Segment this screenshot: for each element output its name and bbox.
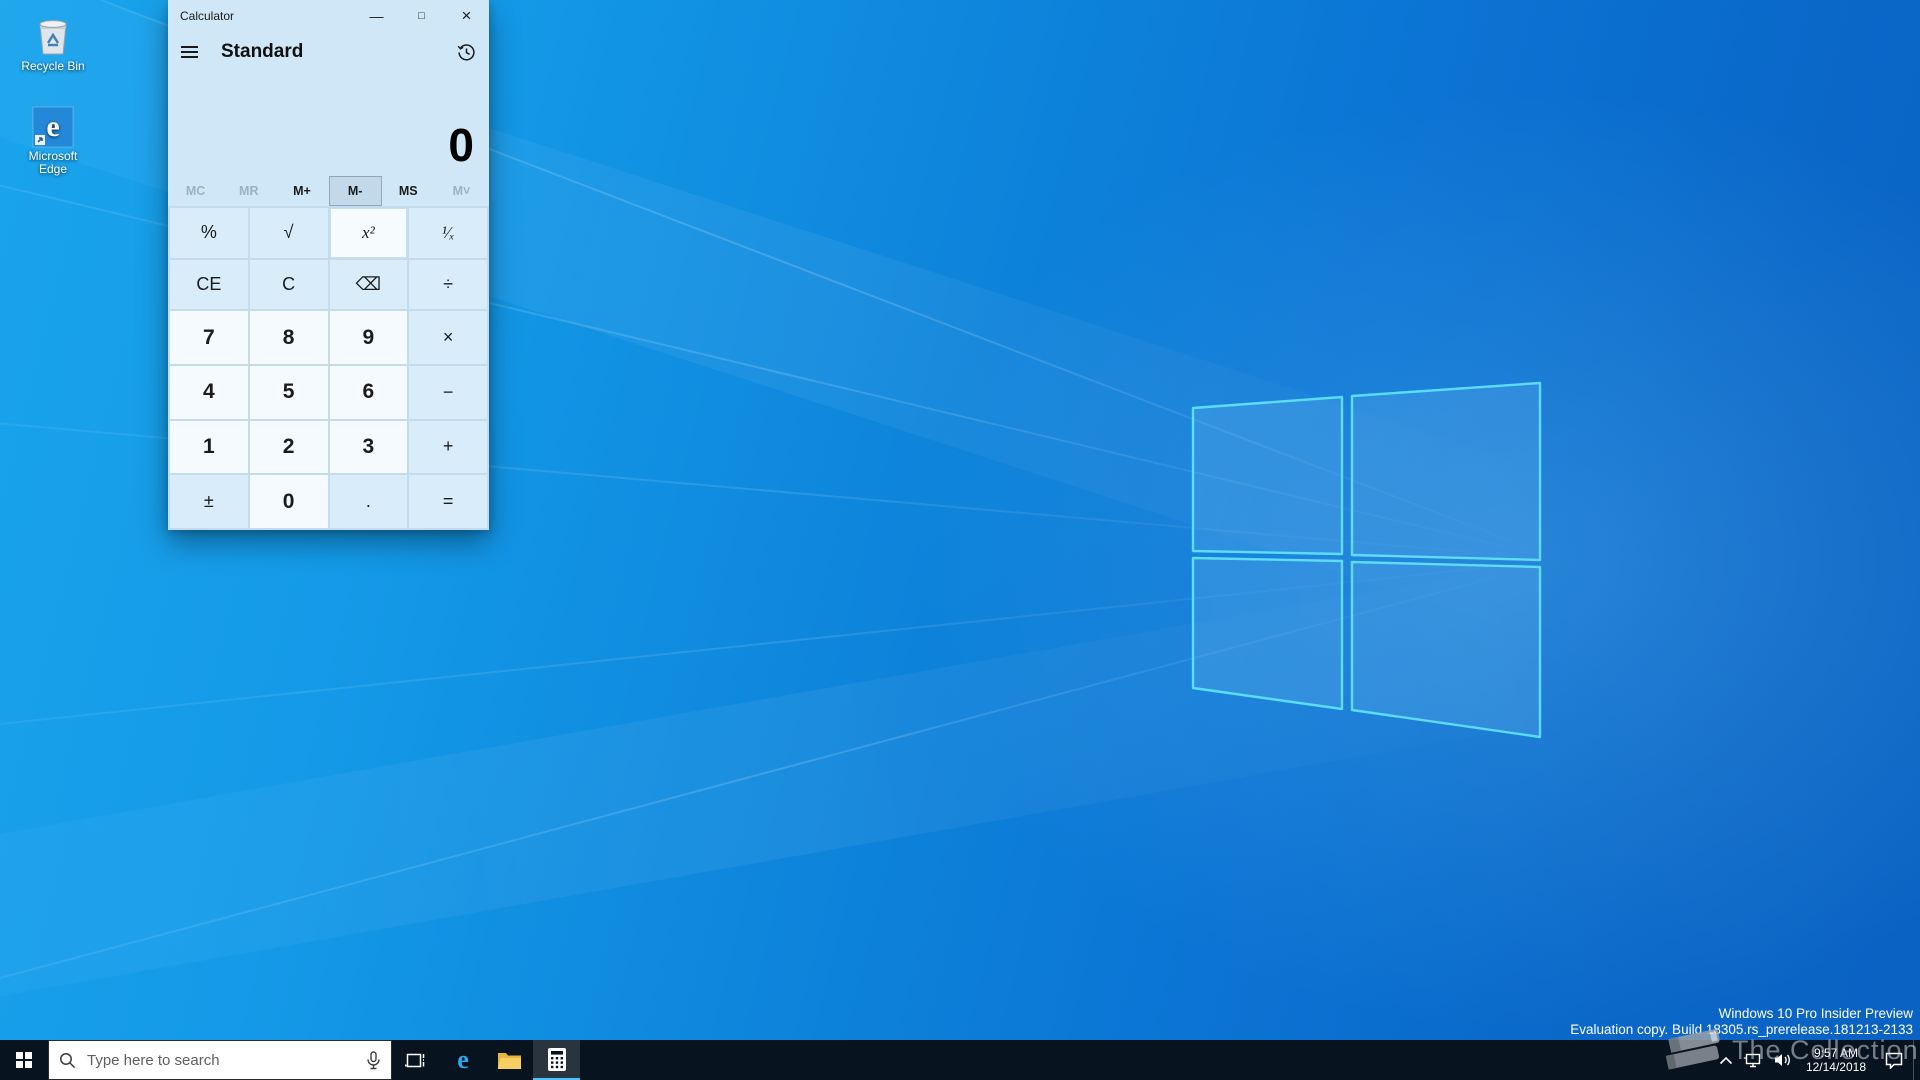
- calculator-window: Calculator — □ × Standard 0 MC MR M+ M- MS M˅: [168, 0, 489, 530]
- history-icon[interactable]: [457, 43, 476, 62]
- menu-hamburger-icon[interactable]: [181, 46, 198, 58]
- edge-taskbar-icon: e: [457, 1047, 469, 1073]
- desktop-icon-microsoft-edge[interactable]: e Microsoft Edge: [5, 106, 101, 176]
- key-square[interactable]: x²: [329, 208, 408, 258]
- taskbar: e: [0, 1040, 1920, 1080]
- calculator-titlebar[interactable]: Calculator — □ ×: [168, 0, 489, 32]
- memory-flyout-button[interactable]: M˅: [435, 176, 488, 206]
- volume-tray-button[interactable]: [1768, 1040, 1797, 1080]
- calculator-mode-label: Standard: [221, 41, 304, 62]
- task-view-icon: [405, 1053, 425, 1067]
- edge-icon: e: [5, 106, 101, 148]
- clock-time: 9:57 AM: [1813, 1046, 1858, 1060]
- desktop-icon-label: Microsoft Edge: [28, 149, 78, 176]
- close-button[interactable]: ×: [444, 0, 489, 32]
- recycle-bin-icon: [5, 12, 101, 58]
- watermark-line1: Windows 10 Pro Insider Preview: [1718, 1006, 1913, 1021]
- search-input[interactable]: [85, 1050, 366, 1070]
- taskbar-search[interactable]: [48, 1040, 392, 1080]
- key-equals[interactable]: =: [409, 475, 487, 528]
- taskbar-empty-area: [580, 1040, 1714, 1080]
- calculator-nav: Standard: [168, 32, 489, 72]
- key-reciprocal[interactable]: ¹⁄ₓ: [409, 208, 487, 258]
- speaker-icon: [1774, 1054, 1790, 1066]
- chevron-up-icon: [1719, 1056, 1733, 1064]
- start-button[interactable]: [0, 1040, 48, 1080]
- key-percent[interactable]: %: [170, 208, 248, 258]
- key-3[interactable]: 3: [329, 420, 408, 474]
- file-explorer-button[interactable]: [486, 1040, 533, 1080]
- windows-logo: [1191, 381, 1542, 739]
- clock-date: 12/14/2018: [1805, 1060, 1866, 1074]
- network-tray-button[interactable]: [1738, 1040, 1768, 1080]
- minimize-button[interactable]: —: [354, 0, 399, 32]
- key-5[interactable]: 5: [249, 365, 328, 419]
- key-square-root[interactable]: √: [249, 208, 328, 258]
- key-1[interactable]: 1: [170, 420, 248, 474]
- key-clear-entry[interactable]: CE: [170, 259, 248, 310]
- evaluation-watermark: Windows 10 Pro Insider Preview Evaluatio…: [1570, 1006, 1913, 1038]
- desktop-icon-label: Recycle Bin: [21, 59, 85, 73]
- action-center-icon: [1885, 1052, 1903, 1069]
- memory-store-button[interactable]: MS: [382, 176, 435, 206]
- key-backspace[interactable]: ⌫: [329, 259, 408, 310]
- search-icon: [60, 1052, 76, 1068]
- windows-desktop: Recycle Bin e Microsoft Edge Windows 10 …: [0, 0, 1920, 1080]
- show-desktop-button[interactable]: [1913, 1040, 1920, 1080]
- key-9[interactable]: 9: [329, 311, 408, 364]
- memory-subtract-button[interactable]: M-: [328, 176, 382, 206]
- file-explorer-icon: [498, 1052, 521, 1069]
- network-ethernet-icon: [1743, 1053, 1761, 1067]
- desktop-icon-recycle-bin[interactable]: Recycle Bin: [5, 12, 101, 73]
- key-add[interactable]: +: [409, 420, 487, 474]
- task-view-button[interactable]: [392, 1040, 439, 1080]
- caption-buttons: — □ ×: [354, 0, 489, 32]
- key-multiply[interactable]: ×: [409, 311, 487, 364]
- windows-start-icon: [16, 1052, 32, 1068]
- memory-button-row: MC MR M+ M- MS M˅: [169, 176, 488, 206]
- svg-text:e: e: [457, 1047, 469, 1073]
- key-0[interactable]: 0: [249, 475, 328, 528]
- key-divide[interactable]: ÷: [409, 259, 487, 310]
- svg-text:e: e: [46, 110, 59, 143]
- memory-clear-button[interactable]: MC: [169, 176, 222, 206]
- key-plus-minus[interactable]: ±: [170, 475, 248, 528]
- key-4[interactable]: 4: [170, 365, 248, 419]
- calculator-taskbar-icon: [547, 1047, 566, 1071]
- action-center-button[interactable]: [1875, 1040, 1913, 1080]
- key-8[interactable]: 8: [249, 311, 328, 364]
- calculator-keypad: % √ x² ¹⁄ₓ CE C ⌫ ÷ 7 8 9 × 4 5 6− 1 2 3 + ±0. =: [168, 206, 489, 530]
- key-subtract[interactable]: −: [409, 365, 487, 419]
- key-decimal[interactable]: .: [329, 475, 408, 528]
- taskbar-clock[interactable]: 9:57 AM 12/14/2018: [1797, 1040, 1875, 1080]
- taskbar-edge-button[interactable]: e: [439, 1040, 486, 1080]
- watermark-line2: Evaluation copy. Build 18305.rs_prerelea…: [1570, 1022, 1913, 1037]
- window-title: Calculator: [180, 9, 235, 23]
- key-2[interactable]: 2: [249, 420, 328, 474]
- maximize-button[interactable]: □: [399, 0, 444, 32]
- calculator-display: 0: [448, 119, 474, 171]
- taskbar-calculator-button[interactable]: [533, 1040, 580, 1080]
- memory-recall-button[interactable]: MR: [222, 176, 275, 206]
- key-7[interactable]: 7: [170, 311, 248, 364]
- hidden-icons-chevron[interactable]: [1714, 1040, 1738, 1080]
- system-tray: 9:57 AM 12/14/2018: [1714, 1040, 1920, 1080]
- memory-add-button[interactable]: M+: [275, 176, 328, 206]
- microphone-icon[interactable]: [366, 1050, 381, 1070]
- key-6[interactable]: 6: [329, 365, 408, 419]
- key-clear[interactable]: C: [249, 259, 328, 310]
